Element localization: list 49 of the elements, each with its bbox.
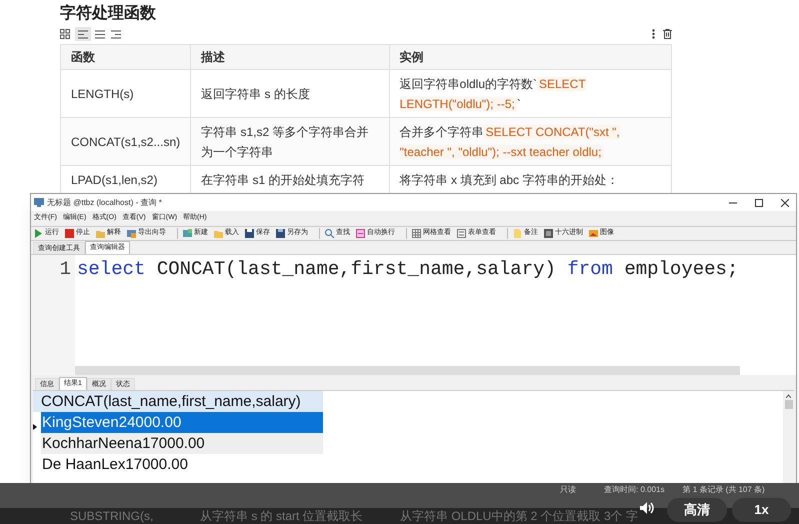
folder-icon <box>96 229 105 238</box>
grid-view-icon <box>412 229 421 238</box>
export-icon <box>127 229 136 238</box>
delete-icon[interactable] <box>663 29 672 39</box>
grid-row[interactable]: KingSteven24000.00 <box>41 412 323 433</box>
image-icon <box>589 229 598 238</box>
row-pointer-icon <box>33 424 37 430</box>
speed-button[interactable]: 1x <box>732 498 791 522</box>
maximize-icon[interactable] <box>755 198 763 206</box>
vertical-scrollbar[interactable] <box>783 391 794 484</box>
save-as-icon <box>276 229 285 238</box>
table-cell: 返回字符串oldlu的字符数` SELECT LENGTH("oldlu"); --5; ` <box>389 70 672 118</box>
status-text: 只读 <box>560 485 576 495</box>
form-view-icon <box>457 229 466 238</box>
align-left-button[interactable] <box>75 27 91 41</box>
table-cell-text: SUBSTRING(s, <box>70 508 154 524</box>
grid-row[interactable]: KochharNeena17000.00 <box>41 433 323 454</box>
column-header: 描述 <box>190 44 390 70</box>
column-header[interactable]: CONCAT(last_name,first_name,salary) <box>33 391 323 412</box>
table-cell: 合并多个字符串 SELECT CONCAT("sxt ", "teacher ", "oldlu"); --sxt teacher oldlu; <box>389 118 672 166</box>
column-header: 函数 <box>60 44 191 70</box>
scroll-up-icon[interactable] <box>786 394 791 398</box>
close-icon[interactable] <box>781 198 789 206</box>
search-icon <box>325 229 334 238</box>
align-center-icon[interactable] <box>95 30 105 38</box>
align-right-icon[interactable] <box>111 30 121 38</box>
grid-icon[interactable] <box>60 29 70 39</box>
table-cell-text: 从字符串 OLDLU中的第 2 个位置截取 3个 字 <box>400 508 638 524</box>
table-cell-text: 从字符串 s 的 start 位置截取长 <box>200 508 364 524</box>
line-number: 1 <box>60 257 71 282</box>
run-icon <box>34 229 43 238</box>
column-header: 实例 <box>389 44 672 70</box>
stop-icon <box>65 229 74 238</box>
hex-icon <box>544 229 553 238</box>
new-icon <box>183 229 192 238</box>
more-icon[interactable] <box>652 29 655 39</box>
folder-icon <box>214 229 223 238</box>
note-icon <box>513 229 522 238</box>
speaker-icon[interactable] <box>640 502 654 514</box>
quality-button[interactable]: 高清 <box>667 498 727 522</box>
status-text: 查询时间: 0.001s <box>604 485 664 495</box>
horizontal-scrollbar[interactable] <box>75 366 740 375</box>
app-icon <box>34 198 44 207</box>
section-heading: 字符处理函数 <box>60 4 157 24</box>
wrap-icon <box>356 229 365 238</box>
scroll-thumb[interactable] <box>784 400 792 409</box>
sql-code: select CONCAT(last_name,first_name,salary) from employees; <box>77 257 738 282</box>
save-icon <box>245 229 254 238</box>
status-text: 第 1 条记录 (共 107 条) <box>682 485 765 495</box>
